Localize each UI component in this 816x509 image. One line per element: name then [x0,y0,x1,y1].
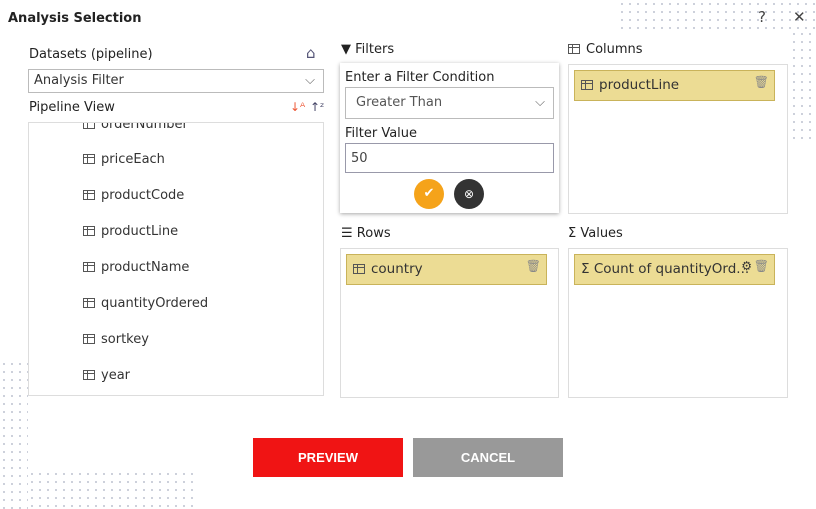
table-icon [83,190,95,200]
dataset-selected-value: Analysis Filter [34,73,124,88]
columns-icon [568,44,580,54]
list-item[interactable]: productLine [83,224,178,239]
table-icon [83,154,95,164]
column-chip[interactable]: productLine 🗑 [574,70,775,101]
row-chip[interactable]: country 🗑 [346,254,547,285]
rows-icon: ☰ [341,226,357,241]
cancel-button[interactable]: CANCEL [413,438,563,477]
list-item[interactable]: productCode [83,188,184,203]
chevron-down-icon: ⌵ [305,73,315,88]
trash-icon[interactable]: 🗑 [754,259,769,273]
rows-header: ☰ Rows [341,226,391,241]
table-icon [83,262,95,272]
filter-panel: Enter a Filter Condition Greater Than ⌵ F… [340,63,559,213]
list-item[interactable]: productName [83,260,189,275]
list-item[interactable]: quantityOrdered [83,296,208,311]
close-button[interactable]: ✕ [793,8,806,26]
datasets-label: Datasets (pipeline) [29,47,153,62]
list-item[interactable]: year [83,368,130,383]
values-header: Σ Values [568,226,623,241]
table-icon [83,298,95,308]
table-icon [83,370,95,380]
list-item[interactable]: orderNumber [83,123,188,132]
table-icon [83,226,95,236]
chevron-down-icon: ⌵ [535,95,545,110]
decor-dots [0,360,28,509]
dialog-title: Analysis Selection [8,11,142,26]
filter-icon: ▼ [341,42,356,57]
trash-icon[interactable]: 🗑 [754,75,769,89]
condition-label: Enter a Filter Condition [345,70,495,85]
table-icon [83,123,95,129]
pipeline-list[interactable]: orderNumber priceEach productCode produc… [28,122,324,396]
list-item[interactable]: priceEach [83,152,165,167]
preview-button[interactable]: PREVIEW [253,438,403,477]
condition-select[interactable]: Greater Than ⌵ [345,87,554,119]
filter-value-input[interactable] [345,143,554,173]
home-icon[interactable]: ⌂ [306,44,316,62]
sort-asc-icon[interactable]: ↓ᴬ [290,100,305,114]
columns-header: Columns [568,42,643,57]
decor-dots [790,30,816,145]
trash-icon[interactable]: 🗑 [526,259,541,273]
value-chip[interactable]: Σ Count of quantityOrd... ⚙ 🗑 [574,254,775,285]
pipeline-label: Pipeline View [29,100,115,115]
table-icon [581,80,593,90]
list-item[interactable]: sortkey [83,332,149,347]
filters-header: ▼ Filters [341,42,395,57]
gear-icon[interactable]: ⚙ [741,259,752,273]
sigma-icon: Σ [581,261,594,277]
dataset-select[interactable]: Analysis Filter ⌵ [28,69,324,93]
apply-filter-button[interactable]: ✔ [414,179,444,209]
table-icon [353,264,365,274]
help-button[interactable]: ? [758,8,766,26]
value-label: Filter Value [345,126,418,141]
sort-desc-icon[interactable]: ↑ᶻ [310,100,324,114]
table-icon [83,334,95,344]
clear-filter-button[interactable]: ⊗ [454,179,484,209]
decor-dots [618,0,816,30]
decor-dots [28,470,198,509]
sigma-icon: Σ [568,226,581,241]
